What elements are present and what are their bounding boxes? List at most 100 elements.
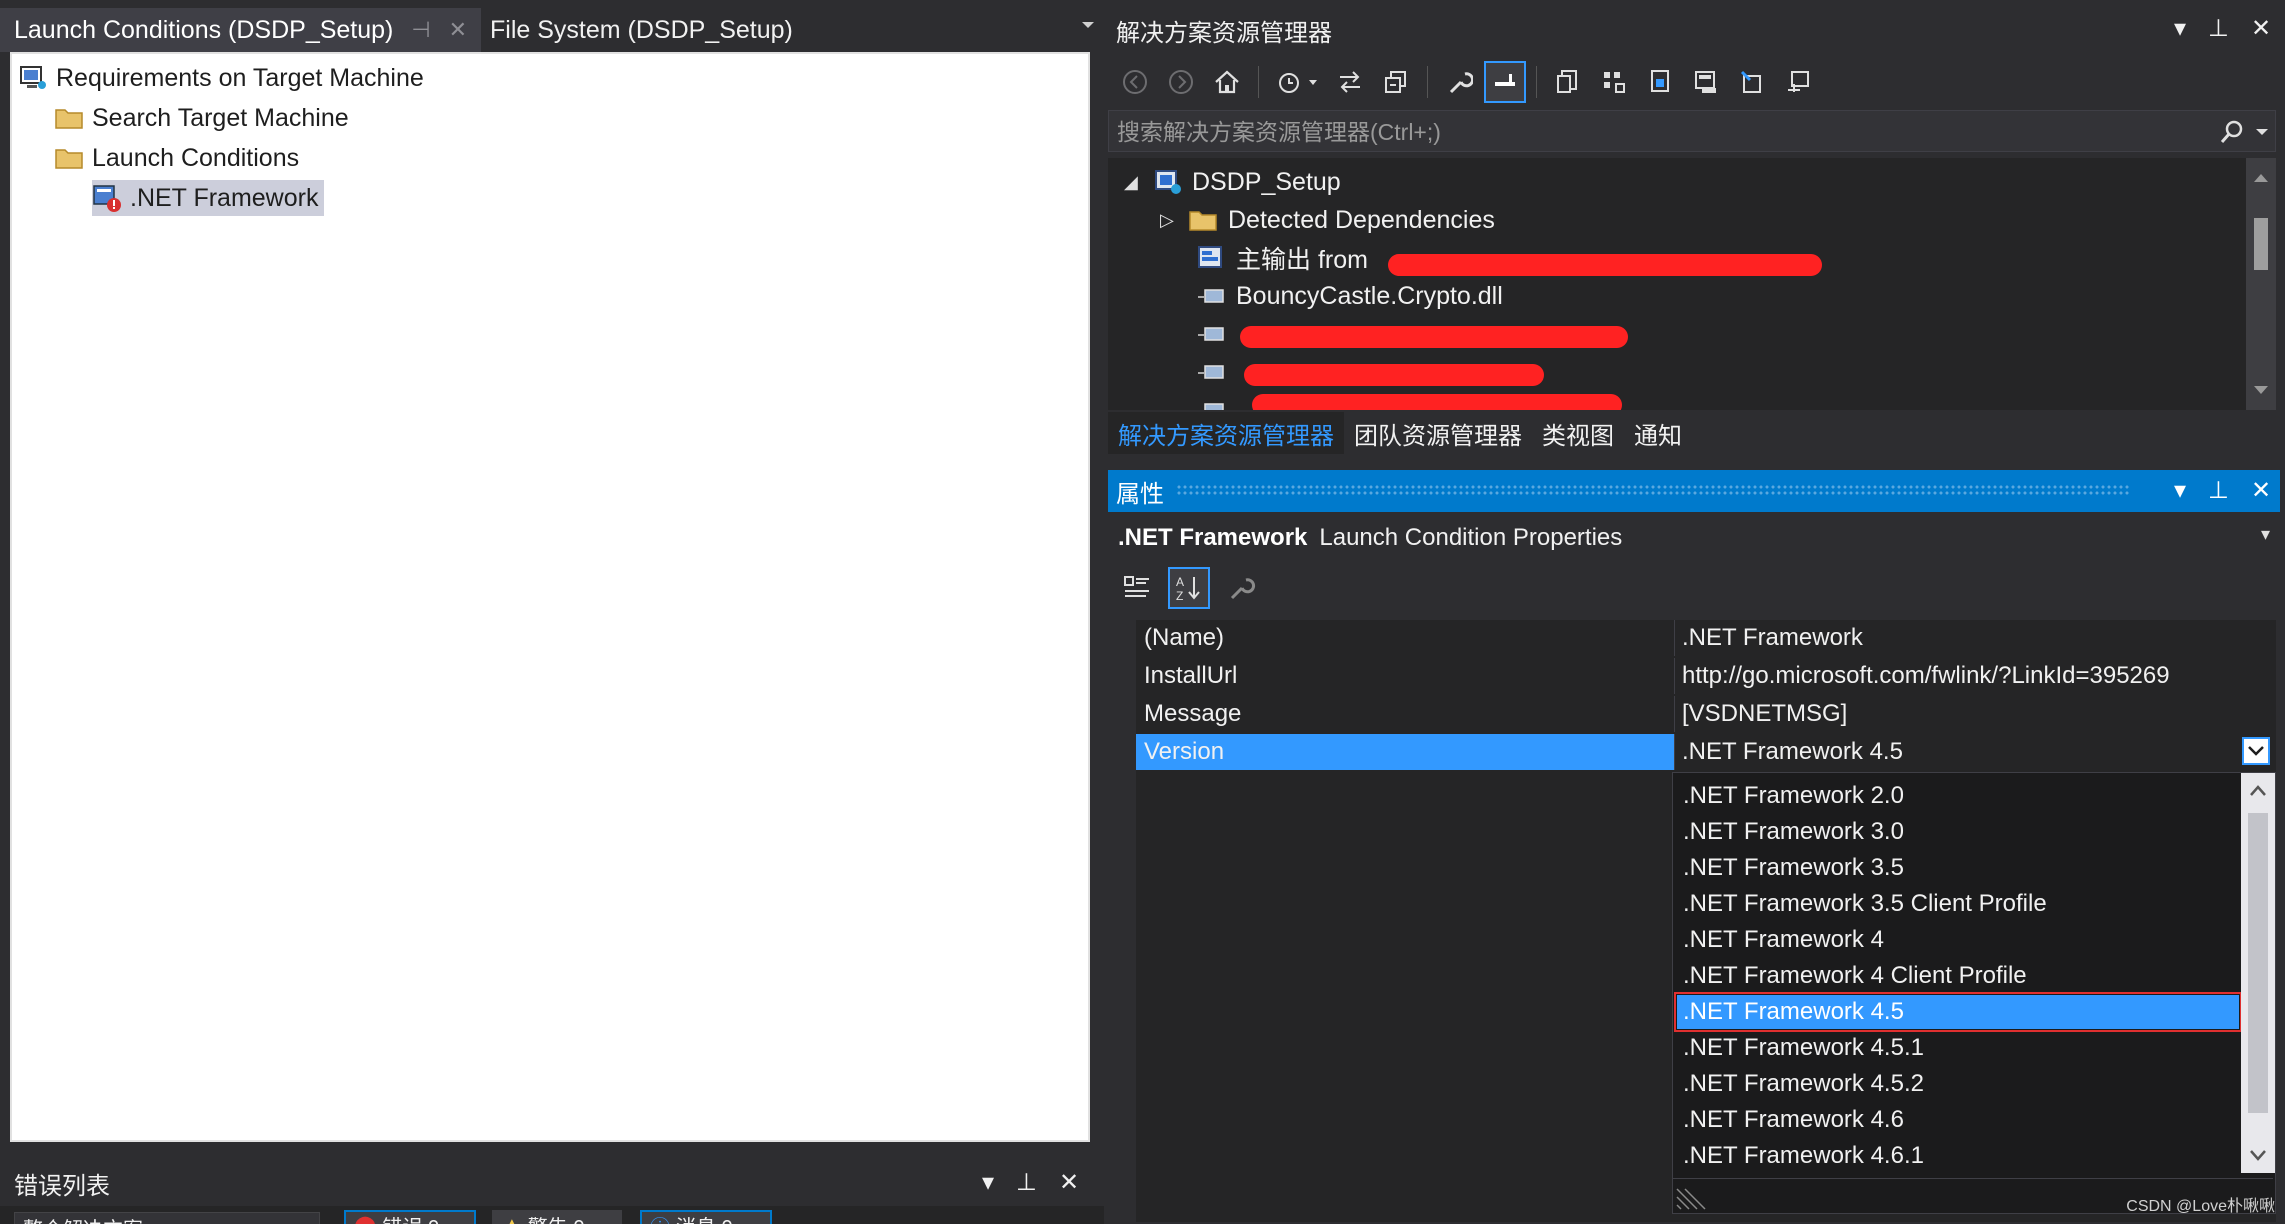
version-option[interactable]: .NET Framework 4.5.2 xyxy=(1677,1067,2239,1101)
tree-node-label: Search Target Machine xyxy=(92,103,349,132)
version-option[interactable]: .NET Framework 4.6.1 xyxy=(1677,1139,2239,1173)
version-option[interactable]: .NET Framework 2.0 xyxy=(1677,779,2239,813)
tree-node-search-target[interactable]: Search Target Machine xyxy=(54,100,349,136)
back-icon[interactable] xyxy=(1116,63,1154,101)
registry-view-icon[interactable] xyxy=(1595,63,1633,101)
property-row-message[interactable]: Message [VSDNETMSG] xyxy=(1136,696,2276,732)
properties-object-selector[interactable]: .NET Framework Launch Condition Properti… xyxy=(1108,516,2280,560)
property-value[interactable]: [VSDNETMSG] xyxy=(1682,700,1847,728)
chevron-down-icon[interactable] xyxy=(2255,121,2269,141)
tree-node-launch-conditions[interactable]: Launch Conditions xyxy=(54,140,299,176)
dropdown-scrollbar[interactable] xyxy=(2241,773,2275,1173)
tree-node-primary-output[interactable]: 主输出 from xyxy=(1196,240,1368,276)
dropdown-icon[interactable]: ▾ xyxy=(2174,476,2186,505)
solution-explorer-tree: ◢ DSDP_Setup ▷ Detected Dependencies 主输出… xyxy=(1108,158,2246,410)
vertical-scrollbar[interactable] xyxy=(2246,158,2276,410)
tab-file-system[interactable]: File System (DSDP_Setup) xyxy=(476,8,807,52)
tree-node-project[interactable]: ◢ DSDP_Setup xyxy=(1124,164,1341,200)
close-icon[interactable]: ✕ xyxy=(2251,476,2271,505)
alphabetical-icon[interactable]: AZ xyxy=(1168,567,1210,609)
categorized-icon[interactable] xyxy=(1118,569,1156,607)
close-icon[interactable]: ✕ xyxy=(1059,1168,1079,1197)
collapse-all-icon[interactable] xyxy=(1377,63,1415,101)
dropdown-icon[interactable]: ▾ xyxy=(2174,14,2186,43)
version-option[interactable]: .NET Framework 4 xyxy=(1677,923,2239,957)
solution-explorer-titlebar: 解决方案资源管理器 ▾ ⊥ ✕ xyxy=(1108,8,2280,52)
version-option[interactable]: .NET Framework 3.5 Client Profile xyxy=(1677,887,2239,921)
tab-notifications[interactable]: 通知 xyxy=(1624,412,1692,454)
pin-icon[interactable]: ⊥ xyxy=(2208,476,2229,505)
close-icon[interactable]: ✕ xyxy=(449,17,467,43)
pin-icon[interactable]: ⊥ xyxy=(2208,14,2229,43)
version-option[interactable]: .NET Framework 4.5.1 xyxy=(1677,1031,2239,1065)
redaction-mark xyxy=(1244,364,1544,386)
property-value[interactable]: http://go.microsoft.com/fwlink/?LinkId=3… xyxy=(1682,662,2170,690)
file-view-icon[interactable] xyxy=(1549,63,1587,101)
messages-filter-button[interactable]: ⓘ 消息 0 xyxy=(640,1210,772,1224)
tree-node-label: .NET Framework xyxy=(130,183,319,212)
tab-team-explorer[interactable]: 团队资源管理器 xyxy=(1344,412,1532,454)
tab-solution-explorer[interactable]: 解决方案资源管理器 xyxy=(1108,412,1344,454)
user-interface-view-icon[interactable] xyxy=(1687,63,1725,101)
solution-explorer-toolbar xyxy=(1108,56,2280,108)
sync-icon[interactable] xyxy=(1331,63,1369,101)
wrench-icon[interactable] xyxy=(1440,63,1478,101)
redaction-mark xyxy=(1388,254,1822,276)
search-input[interactable] xyxy=(1109,111,2199,153)
history-icon[interactable] xyxy=(1271,63,1323,101)
property-value[interactable]: .NET Framework xyxy=(1682,624,1863,652)
version-dropdown-button[interactable] xyxy=(2242,737,2270,765)
assembly-icon xyxy=(1196,281,1226,311)
version-option[interactable]: .NET Framework 4.6 xyxy=(1677,1103,2239,1137)
property-row-installurl[interactable]: InstallUrl http://go.microsoft.com/fwlin… xyxy=(1136,658,2276,694)
property-row-name[interactable]: (Name) .NET Framework xyxy=(1136,620,2276,656)
property-name: Message xyxy=(1144,700,1242,727)
launch-conditions-view-icon[interactable] xyxy=(1779,63,1817,101)
folder-icon xyxy=(1188,205,1218,235)
warnings-filter-button[interactable]: ▲ 警告 0 xyxy=(492,1210,622,1224)
error-scope-select[interactable]: 整个解决方案 xyxy=(14,1212,320,1224)
version-option[interactable]: .NET Framework 4.5 xyxy=(1674,992,2242,1032)
forward-icon[interactable] xyxy=(1162,63,1200,101)
redaction-mark xyxy=(1252,394,1622,410)
version-option[interactable]: .NET Framework 3.0 xyxy=(1677,815,2239,849)
custom-actions-view-icon[interactable] xyxy=(1733,63,1771,101)
folder-icon xyxy=(54,143,84,173)
home-icon[interactable] xyxy=(1208,63,1246,101)
primary-output-icon xyxy=(1196,243,1226,273)
scrollbar-thumb[interactable] xyxy=(2254,218,2268,270)
dropdown-icon[interactable]: ▾ xyxy=(982,1168,994,1197)
chevron-down-icon[interactable] xyxy=(1078,14,1098,34)
watermark: CSDN @Love朴啾啾 xyxy=(2126,1198,2275,1215)
chevron-down-icon[interactable]: ▾ xyxy=(2261,524,2270,545)
preview-selected-icon[interactable] xyxy=(1484,61,1526,103)
tab-launch-conditions[interactable]: Launch Conditions (DSDP_Setup) ⊣ ✕ xyxy=(0,8,481,52)
tree-node-dll-redacted[interactable] xyxy=(1196,354,1236,390)
tree-node-requirements[interactable]: Requirements on Target Machine xyxy=(18,60,424,96)
object-type: Launch Condition Properties xyxy=(1319,524,1623,551)
tab-label: Launch Conditions (DSDP_Setup) xyxy=(14,15,394,44)
assembly-icon xyxy=(1196,395,1226,410)
errors-filter-button[interactable]: ⬤ 错误 0 xyxy=(344,1210,476,1224)
tree-node-dll-redacted[interactable] xyxy=(1196,316,1236,352)
search-icon[interactable] xyxy=(2219,119,2245,145)
tab-class-view[interactable]: 类视图 xyxy=(1532,412,1624,454)
assembly-icon xyxy=(1196,357,1226,387)
version-option[interactable]: .NET Framework 3.5 xyxy=(1677,851,2239,885)
pin-icon[interactable]: ⊥ xyxy=(1016,1168,1037,1197)
file-types-view-icon[interactable] xyxy=(1641,63,1679,101)
version-value[interactable]: .NET Framework 4.5 xyxy=(1682,738,1903,766)
property-row-version[interactable]: Version .NET Framework 4.5 xyxy=(1136,734,2276,770)
close-icon[interactable]: ✕ xyxy=(2251,14,2271,43)
tree-node-dll[interactable]: BouncyCastle.Crypto.dll xyxy=(1196,278,1503,314)
property-pages-icon[interactable] xyxy=(1222,569,1260,607)
tree-node-detected-dependencies[interactable]: ▷ Detected Dependencies xyxy=(1160,202,1495,238)
property-name: Version xyxy=(1144,738,1225,765)
tree-node-label: Requirements on Target Machine xyxy=(56,63,424,92)
scrollbar-thumb[interactable] xyxy=(2248,813,2268,1113)
version-option[interactable]: .NET Framework 4 Client Profile xyxy=(1677,959,2239,993)
pin-icon[interactable]: ⊣ xyxy=(411,17,430,43)
tree-node-dll-redacted[interactable] xyxy=(1196,392,1236,410)
tree-node-dotnet-framework[interactable]: .NET Framework xyxy=(92,180,325,216)
document-tab-bar: Launch Conditions (DSDP_Setup) ⊣ ✕ File … xyxy=(0,0,1104,52)
